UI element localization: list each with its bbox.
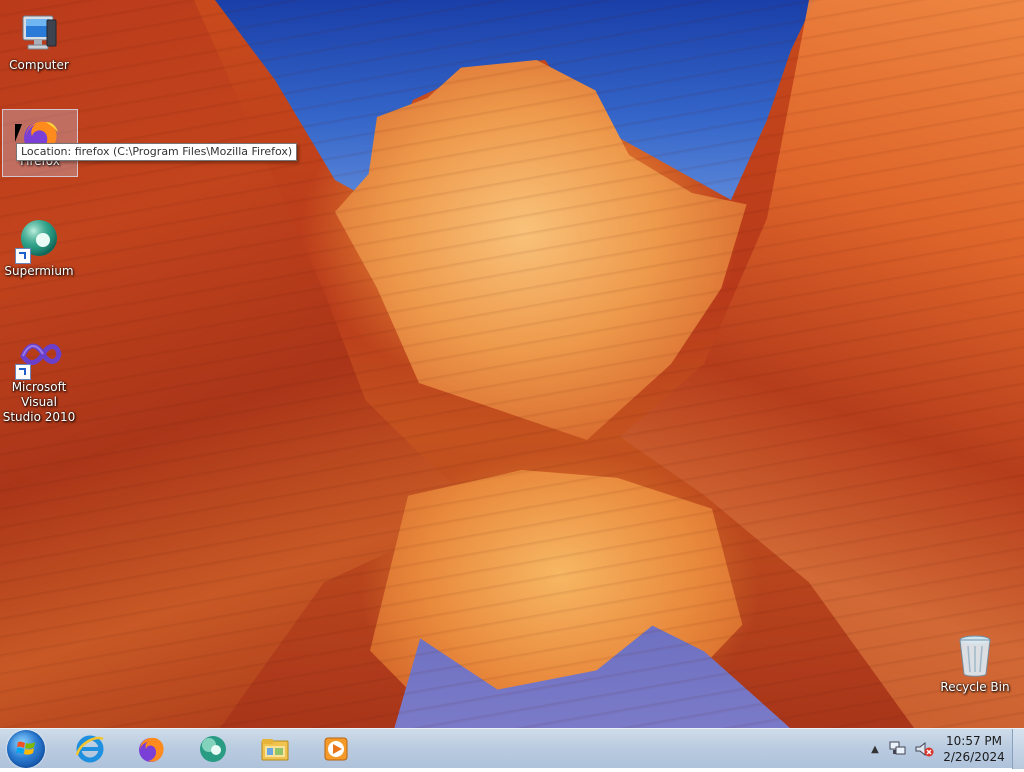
desktop-wallpaper: Computer Firefox Supermium Microsoft Vis… [0, 0, 1024, 728]
clock-time: 10:57 PM [946, 734, 1002, 748]
volume-muted-icon[interactable] [914, 739, 934, 759]
show-desktop-button[interactable] [1012, 729, 1024, 769]
computer-icon [15, 10, 63, 58]
network-icon[interactable] [888, 739, 908, 759]
location-tooltip: Location: firefox (C:\Program Files\Mozi… [16, 143, 298, 161]
taskbar-internet-explorer[interactable] [62, 731, 118, 767]
desktop-icon-recycle-bin[interactable]: Recycle Bin [937, 630, 1013, 695]
mouse-cursor-icon [15, 124, 22, 142]
recycle-bin-icon [951, 632, 999, 680]
shortcut-arrow-icon [15, 248, 31, 264]
notification-area: ▲ [868, 729, 934, 769]
clock-date: 2/26/2024 [943, 750, 1005, 764]
desktop-icon-label: Supermium [4, 264, 74, 278]
file-explorer-icon [261, 739, 289, 761]
internet-explorer-icon [75, 735, 104, 763]
windows-logo-icon [16, 741, 35, 755]
desktop-icon-supermium[interactable]: Supermium [1, 214, 77, 279]
show-hidden-icons-chevron-icon[interactable]: ▲ [868, 744, 882, 755]
desktop-icon-label: Computer [9, 58, 69, 72]
taskbar-firefox[interactable] [123, 731, 179, 767]
taskbar-supermium[interactable] [185, 731, 241, 767]
taskbar-file-explorer[interactable] [247, 731, 303, 767]
firefox-icon [139, 737, 164, 762]
visual-studio-icon [15, 332, 63, 380]
desktop-icon-label: Microsoft Visual Studio 2010 [2, 380, 76, 424]
supermium-icon [15, 216, 63, 264]
taskbar: ▲ 10:57 PM 2/26/2024 [0, 728, 1024, 769]
desktop-icon-computer[interactable]: Computer [1, 8, 77, 73]
taskbar-media-player[interactable] [308, 731, 364, 767]
desktop-icon-visual-studio[interactable]: Microsoft Visual Studio 2010 [1, 330, 77, 425]
shortcut-arrow-icon [15, 364, 31, 380]
system-clock[interactable]: 10:57 PM 2/26/2024 [940, 733, 1008, 765]
start-button[interactable] [7, 730, 45, 768]
desktop-icon-label: Recycle Bin [940, 680, 1010, 694]
media-player-icon [324, 737, 348, 761]
supermium-icon [200, 736, 226, 762]
